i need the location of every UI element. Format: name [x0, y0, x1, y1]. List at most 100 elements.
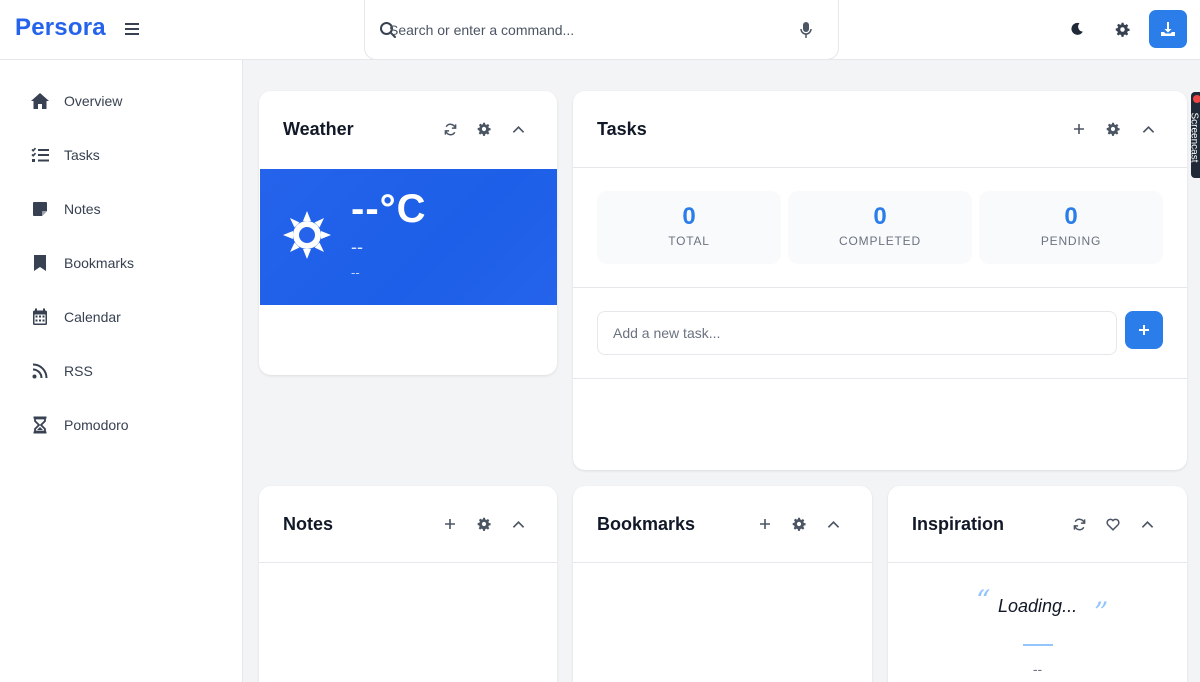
sidebar-item-tasks[interactable]: Tasks — [0, 135, 242, 175]
weather-widget-header: Weather — [259, 91, 557, 168]
widget-settings-button[interactable] — [475, 515, 493, 533]
screencast-tab[interactable]: Screencast — [1188, 92, 1200, 178]
search-input[interactable] — [389, 17, 789, 43]
sidebar-item-label: Notes — [64, 201, 101, 217]
widget-settings-button[interactable] — [1104, 120, 1122, 138]
task-list-icon — [30, 145, 50, 165]
download-icon — [1161, 22, 1175, 36]
notes-widget: Notes — [259, 486, 557, 682]
quote-text: Loading... — [998, 596, 1078, 616]
weather-widget: Weather --°C -- -- — [259, 91, 557, 375]
sidebar-item-pomodoro[interactable]: Pomodoro — [0, 405, 242, 445]
top-bar: Persora — [0, 0, 1200, 60]
stat-value: 0 — [873, 203, 887, 230]
sidebar-item-label: Tasks — [64, 147, 100, 163]
collapse-button[interactable] — [509, 120, 527, 138]
stat-value: 0 — [682, 203, 696, 230]
calendar-icon — [30, 307, 50, 327]
tasks-title: Tasks — [597, 119, 647, 139]
heart-icon — [1106, 518, 1120, 531]
sidebar-item-label: Pomodoro — [64, 417, 129, 433]
quote-divider — [1023, 644, 1053, 646]
screencast-label: Screencast — [1188, 112, 1200, 163]
chevron-up-icon — [827, 520, 839, 528]
bookmarks-title: Bookmarks — [597, 514, 696, 534]
stat-label: TOTAL — [668, 234, 710, 248]
command-search-box — [364, 0, 839, 60]
stat-label: COMPLETED — [839, 234, 921, 248]
notes-title: Notes — [283, 514, 334, 534]
widget-settings-button[interactable] — [790, 515, 808, 533]
settings-button[interactable] — [1112, 19, 1132, 39]
stat-pending: 0 PENDING — [979, 191, 1163, 264]
weather-description: -- — [351, 237, 363, 257]
inspiration-title: Inspiration — [912, 514, 1005, 534]
stat-label: PENDING — [1040, 234, 1102, 248]
refresh-icon — [1073, 518, 1085, 530]
stat-value: 0 — [1064, 203, 1078, 230]
quote-author: -- — [1032, 661, 1043, 677]
add-bookmark-button[interactable] — [756, 515, 774, 533]
collapse-button[interactable] — [1139, 120, 1157, 138]
gear-icon — [477, 122, 491, 136]
gear-icon — [477, 517, 491, 531]
hourglass-icon — [30, 415, 50, 435]
sidebar: Overview Tasks Notes Bookmarks Calendar … — [0, 60, 243, 682]
bookmark-icon — [30, 253, 50, 273]
sidebar-item-calendar[interactable]: Calendar — [0, 297, 242, 337]
microphone-icon[interactable] — [799, 21, 813, 39]
weather-title: Weather — [283, 119, 354, 139]
widget-settings-button[interactable] — [475, 120, 493, 138]
moon-icon — [1071, 22, 1083, 35]
collapse-button[interactable] — [1138, 515, 1156, 533]
weather-panel: --°C -- -- — [260, 169, 557, 305]
sidebar-item-overview[interactable]: Overview — [0, 81, 242, 121]
plus-icon — [760, 519, 770, 529]
gear-icon — [792, 517, 806, 531]
add-task-header-button[interactable] — [1070, 120, 1088, 138]
notes-widget-header: Notes — [259, 486, 557, 563]
favorite-button[interactable] — [1104, 515, 1122, 533]
note-icon — [30, 199, 50, 219]
record-icon — [1193, 95, 1200, 103]
divider — [573, 287, 1187, 288]
sun-icon — [283, 211, 331, 259]
open-quote-icon: “ — [976, 584, 991, 617]
bookmarks-widget: Bookmarks — [573, 486, 872, 682]
add-task-button[interactable] — [1125, 311, 1163, 349]
chevron-up-icon — [512, 520, 524, 528]
collapse-button[interactable] — [509, 515, 527, 533]
weather-location: -- — [351, 265, 360, 280]
weather-temperature: --°C — [351, 187, 427, 231]
home-icon — [30, 91, 50, 111]
inspiration-widget-header: Inspiration — [888, 486, 1187, 563]
menu-toggle-button[interactable] — [123, 19, 141, 39]
refresh-button[interactable] — [441, 120, 459, 138]
chevron-up-icon — [1141, 520, 1153, 528]
new-task-input[interactable] — [597, 311, 1117, 355]
sidebar-item-bookmarks[interactable]: Bookmarks — [0, 243, 242, 283]
plus-icon — [1139, 325, 1149, 335]
chevron-up-icon — [512, 125, 524, 133]
inspiration-widget: Inspiration “ Loading... ” -- — [888, 486, 1187, 682]
sidebar-item-label: Bookmarks — [64, 255, 135, 271]
bookmarks-widget-header: Bookmarks — [573, 486, 872, 563]
gear-icon — [1115, 22, 1130, 37]
tasks-widget-header: Tasks — [573, 91, 1187, 168]
rss-icon — [30, 361, 50, 381]
plus-icon — [1074, 124, 1084, 134]
close-quote-icon: ” — [1094, 596, 1109, 629]
add-note-button[interactable] — [441, 515, 459, 533]
menu-icon — [125, 23, 139, 35]
collapse-button[interactable] — [824, 515, 842, 533]
refresh-button[interactable] — [1070, 515, 1088, 533]
download-button[interactable] — [1149, 10, 1187, 48]
sidebar-item-notes[interactable]: Notes — [0, 189, 242, 229]
tasks-widget: Tasks 0 TOTAL 0 COMPLETED 0 PENDING — [573, 91, 1187, 470]
plus-icon — [445, 519, 455, 529]
sidebar-item-rss[interactable]: RSS — [0, 351, 242, 391]
sidebar-item-label: RSS — [64, 363, 93, 379]
sidebar-item-label: Overview — [64, 93, 123, 109]
dark-mode-button[interactable] — [1067, 19, 1087, 39]
brand-logo[interactable]: Persora — [15, 14, 106, 42]
